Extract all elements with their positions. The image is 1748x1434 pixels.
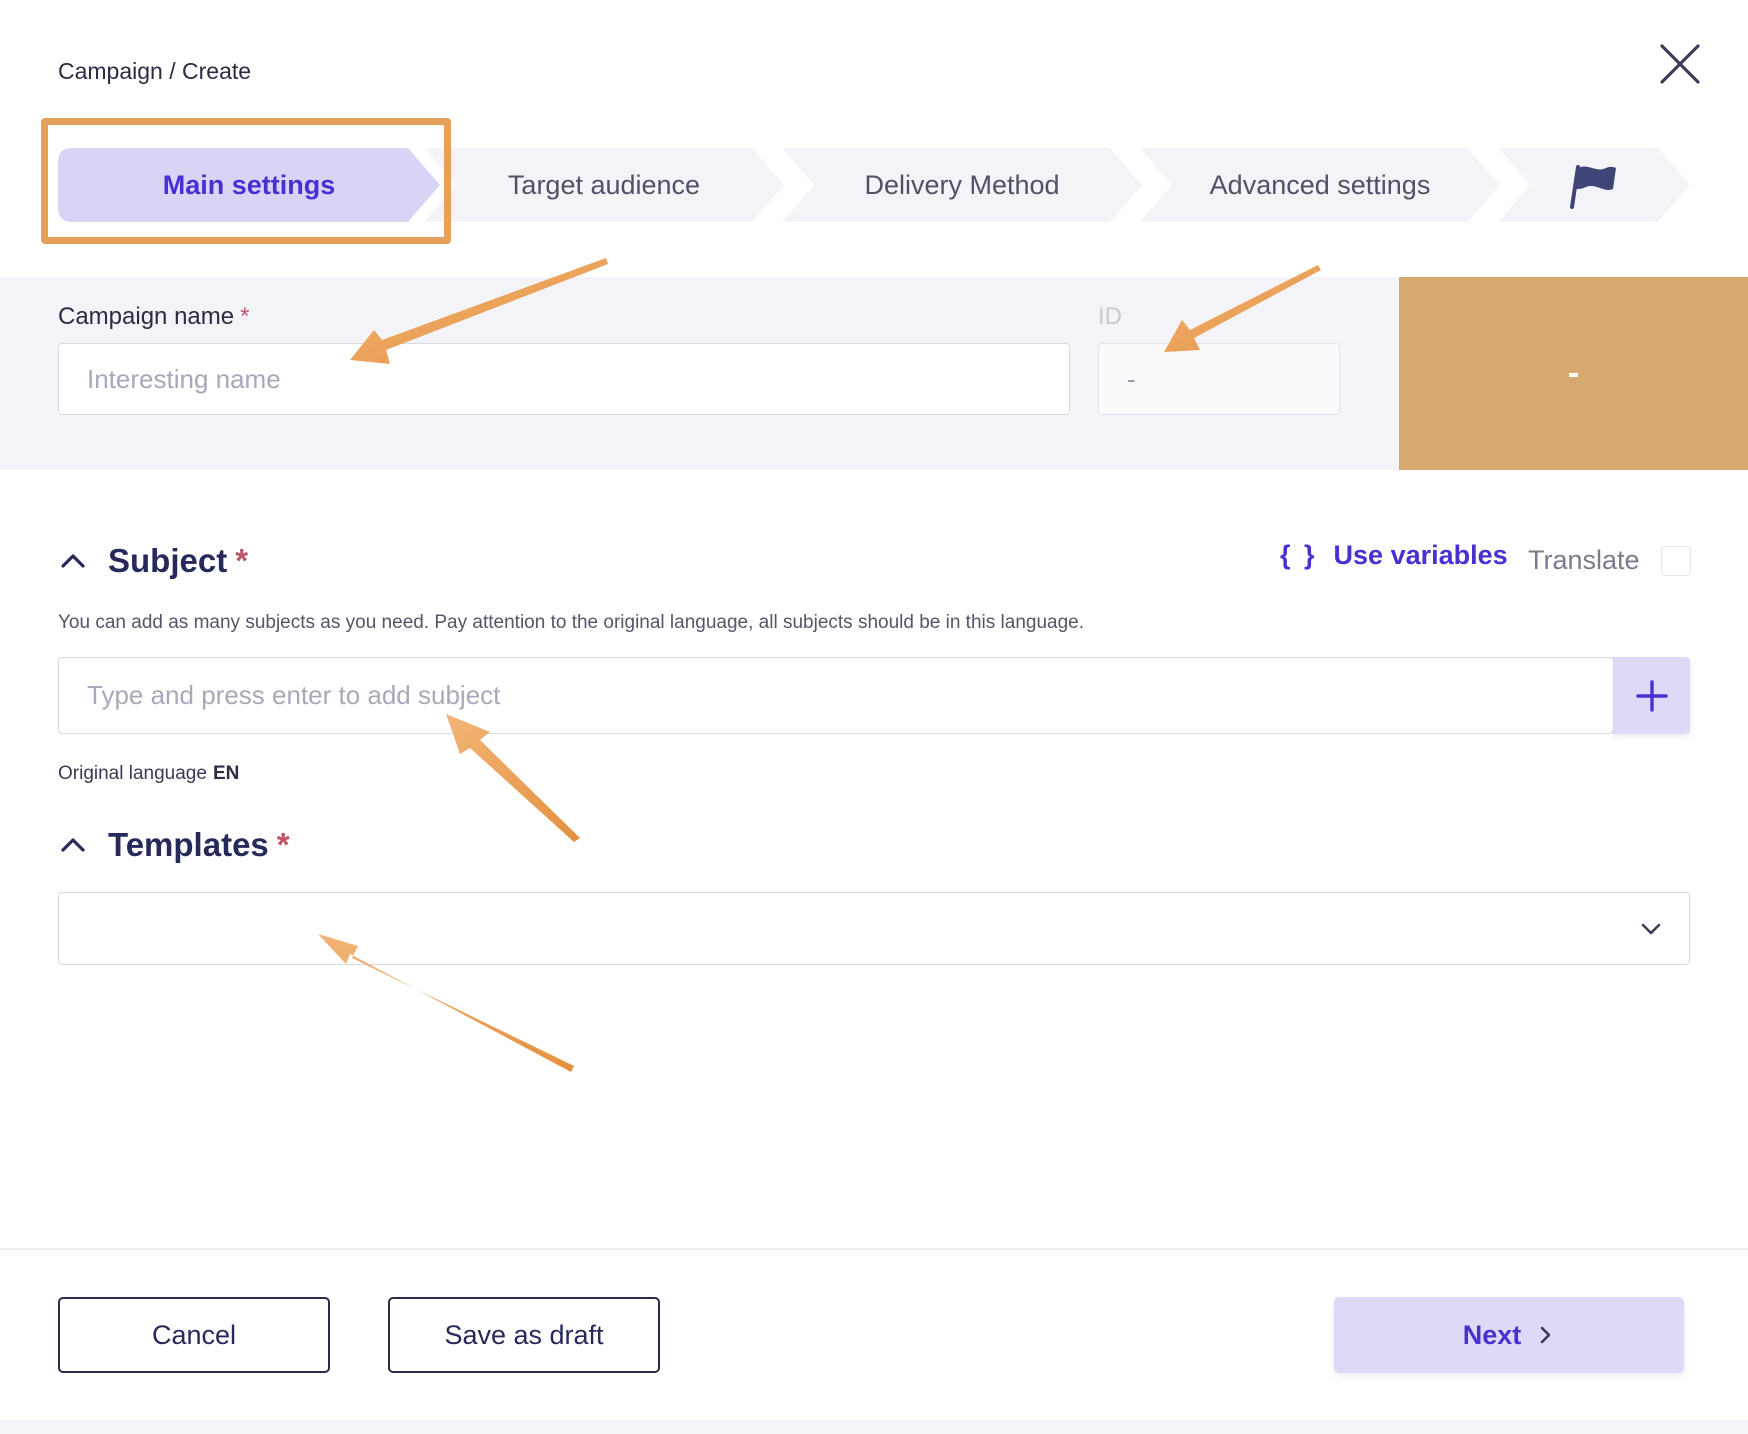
side-status-panel: - xyxy=(1399,277,1748,470)
step-advanced-settings[interactable]: Advanced settings xyxy=(1140,148,1500,222)
subject-hint: You can add as many subjects as you need… xyxy=(58,612,1084,633)
chevron-up-icon[interactable] xyxy=(58,830,88,860)
original-language-label: Original language xyxy=(58,763,207,784)
templates-section-header: Templates * xyxy=(58,826,290,864)
campaign-name-label: Campaign name * xyxy=(58,303,249,331)
subject-input[interactable] xyxy=(58,657,1614,734)
required-mark: * xyxy=(276,826,290,863)
templates-select[interactable] xyxy=(58,892,1690,965)
use-variables-label: Use variables xyxy=(1333,540,1508,570)
step-target-audience[interactable]: Target audience xyxy=(424,148,784,222)
chevron-down-icon xyxy=(1641,923,1661,935)
step-finish[interactable] xyxy=(1498,148,1690,222)
close-icon xyxy=(1660,44,1700,84)
footer-divider xyxy=(0,1248,1748,1250)
templates-title: Templates xyxy=(108,826,269,863)
step-label: Advanced settings xyxy=(1209,169,1431,200)
stepper: Main settings Target audience Delivery M… xyxy=(58,148,1690,222)
bottom-strip xyxy=(0,1420,1748,1434)
step-label: Delivery Method xyxy=(864,169,1060,200)
use-variables-button[interactable]: { } Use variables xyxy=(1280,540,1508,571)
next-label: Next xyxy=(1462,1319,1522,1350)
step-label: Target audience xyxy=(507,169,701,200)
subject-title: Subject xyxy=(108,542,228,579)
campaign-name-input[interactable] xyxy=(58,343,1070,415)
required-mark: * xyxy=(240,303,250,330)
subject-section-header: Subject * xyxy=(58,542,248,580)
cancel-button[interactable]: Cancel xyxy=(58,1297,330,1373)
chevron-up-icon[interactable] xyxy=(58,546,88,576)
translate-checkbox[interactable] xyxy=(1661,546,1691,576)
step-main-settings[interactable]: Main settings xyxy=(58,148,440,222)
required-mark: * xyxy=(235,542,249,579)
close-button[interactable] xyxy=(1656,40,1704,88)
original-language-value: EN xyxy=(212,763,240,784)
id-label: ID xyxy=(1098,303,1122,330)
step-delivery-method[interactable]: Delivery Method xyxy=(782,148,1142,222)
next-button[interactable]: Next xyxy=(1334,1297,1684,1373)
campaign-name-label-text: Campaign name xyxy=(58,303,235,330)
flag-icon xyxy=(1570,165,1616,209)
add-subject-button[interactable] xyxy=(1613,657,1690,734)
step-label: Main settings xyxy=(162,169,336,200)
id-value: - xyxy=(1127,363,1136,394)
breadcrumb: Campaign / Create xyxy=(58,58,252,84)
save-as-draft-button[interactable]: Save as draft xyxy=(388,1297,660,1373)
braces-icon: { } xyxy=(1280,540,1318,570)
translate-label: Translate xyxy=(1528,545,1640,575)
id-field: - xyxy=(1098,343,1340,415)
plus-icon xyxy=(1635,679,1668,712)
side-status-value: - xyxy=(1567,354,1580,392)
original-language: Original language EN xyxy=(58,763,239,785)
chevron-right-icon xyxy=(1540,1326,1551,1344)
